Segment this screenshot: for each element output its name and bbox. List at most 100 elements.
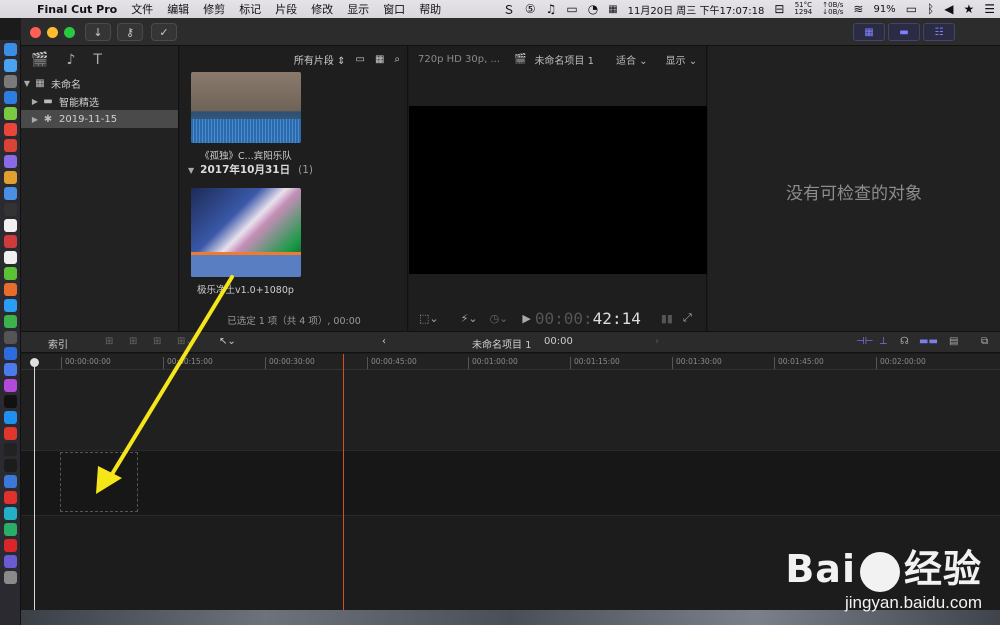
keywords-button[interactable]: ⚷ xyxy=(117,23,143,41)
clip-thumbnail[interactable] xyxy=(191,72,301,143)
snapping-icon[interactable]: ▬▬ xyxy=(919,336,938,347)
show-inspector-button[interactable]: ☷ xyxy=(923,23,955,41)
playhead-handle[interactable] xyxy=(30,358,39,367)
sogou-input-icon[interactable]: ⑤ xyxy=(520,2,541,16)
menu-mark[interactable]: 标记 xyxy=(232,1,268,17)
film-clapper-icon[interactable]: 🎬 xyxy=(31,52,48,68)
transform-icon[interactable]: ⬚⌄ xyxy=(419,312,439,325)
close-window-button[interactable] xyxy=(30,27,41,38)
clip-thumbnail[interactable] xyxy=(191,188,301,277)
select-tool-icon[interactable]: ↖⌄ xyxy=(219,336,236,347)
grid-icon[interactable]: ⊟ xyxy=(769,2,789,16)
import-button[interactable]: ↓ xyxy=(85,23,111,41)
trash-icon[interactable] xyxy=(4,571,17,584)
audio-skimming-icon[interactable]: ⊥ xyxy=(879,336,888,347)
network-readout[interactable]: ↑0B/s ↓0B/s xyxy=(817,2,848,16)
clip-filter-dropdown[interactable]: 所有片段 ⇕ xyxy=(294,52,346,67)
index-button[interactable]: 索引 xyxy=(48,336,68,351)
skimming-icon[interactable]: ⊣⊢ xyxy=(856,336,873,347)
app-menu[interactable]: Final Cut Pro xyxy=(30,3,124,16)
menu-edit[interactable]: 编辑 xyxy=(160,1,196,17)
disclosure-open-icon[interactable]: ▼ xyxy=(188,166,194,175)
app-icon[interactable] xyxy=(4,331,17,344)
playhead[interactable] xyxy=(34,359,35,610)
netease-music-icon[interactable] xyxy=(4,539,17,552)
app-icon[interactable] xyxy=(4,507,17,520)
clock-icon[interactable]: ◔ xyxy=(583,2,603,16)
app-icon[interactable] xyxy=(4,91,17,104)
clip-label[interactable]: 极乐净土v1.0+1080p xyxy=(197,282,294,296)
menu-help[interactable]: 帮助 xyxy=(412,1,448,17)
temp-fan-readout[interactable]: 51°C 1294 xyxy=(789,2,817,16)
app-icon[interactable] xyxy=(4,315,17,328)
app-icon[interactable] xyxy=(4,267,17,280)
wifi-icon[interactable]: ≋ xyxy=(848,2,868,16)
back-arrow-icon[interactable]: ‹ xyxy=(382,336,386,347)
app-icon[interactable] xyxy=(4,251,17,264)
app-icon[interactable] xyxy=(4,219,17,232)
notification-icon[interactable]: ☰ xyxy=(979,2,1000,16)
filmstrip-icon[interactable]: ▦ xyxy=(375,54,384,65)
clip-label[interactable]: 《孤独》C...宾阳乐队 xyxy=(200,148,292,162)
enhance-icon[interactable]: ⚡⌄ xyxy=(461,312,478,325)
music-icon[interactable]: ♫ xyxy=(541,2,562,16)
disclosure-open-icon[interactable]: ▼ xyxy=(21,79,33,88)
fit-dropdown[interactable]: 适合 ⌄ xyxy=(616,52,648,67)
show-timeline-button[interactable]: ▬ xyxy=(888,23,920,41)
yandex-icon[interactable] xyxy=(4,491,17,504)
appletv-icon[interactable] xyxy=(4,395,17,408)
display-icon[interactable]: ▭ xyxy=(561,2,582,16)
disclosure-closed-icon[interactable]: ▶ xyxy=(29,115,41,124)
appstore-icon[interactable] xyxy=(4,411,17,424)
vivaldi-icon[interactable] xyxy=(4,427,17,440)
forward-arrow-icon[interactable]: › xyxy=(655,336,659,347)
app-icon[interactable] xyxy=(4,379,17,392)
app-icon[interactable] xyxy=(4,299,17,312)
audio-meters-icon[interactable]: ▮▮ xyxy=(661,312,673,325)
menu-window[interactable]: 窗口 xyxy=(376,1,412,17)
app-icon[interactable] xyxy=(4,235,17,248)
titles-icon[interactable]: T xyxy=(93,52,102,68)
timecode-display[interactable]: 00:00:42:14 xyxy=(535,309,641,328)
insert-clip-icon[interactable]: ⊞ xyxy=(129,336,137,347)
app-icon[interactable] xyxy=(4,139,17,152)
menu-modify[interactable]: 修改 xyxy=(304,1,340,17)
play-button[interactable]: ▶ xyxy=(522,312,530,325)
menu-file[interactable]: 文件 xyxy=(124,1,160,17)
display-dropdown[interactable]: 显示 ⌄ xyxy=(666,52,698,67)
background-tasks-button[interactable]: ✓ xyxy=(151,23,177,41)
search-icon[interactable]: ⌕ xyxy=(394,54,400,65)
app-icon[interactable] xyxy=(4,155,17,168)
app-icon[interactable] xyxy=(4,347,17,360)
menu-view[interactable]: 显示 xyxy=(340,1,376,17)
zoom-window-button[interactable] xyxy=(64,27,75,38)
show-browser-button[interactable]: ▦ xyxy=(853,23,885,41)
primary-storyline[interactable] xyxy=(21,450,1000,516)
photos-music-icon[interactable]: ♪ xyxy=(66,52,75,68)
activity-icon[interactable] xyxy=(4,459,17,472)
timeline-ruler[interactable]: 00:00:00:00 00:00:15:00 00:00:30:00 00:0… xyxy=(21,354,1000,370)
datetime[interactable]: 11月20日 周三 下午17:07:18 xyxy=(623,2,770,17)
spotlight-star-icon[interactable]: ★ xyxy=(958,2,979,16)
chrome-icon[interactable] xyxy=(4,123,17,136)
android-icon[interactable] xyxy=(4,107,17,120)
sidebar-item-event[interactable]: ▶ ✱ 2019-11-15 xyxy=(21,110,178,128)
append-clip-icon[interactable]: ⊞ xyxy=(153,336,161,347)
menu-trim[interactable]: 修剪 xyxy=(196,1,232,17)
viewer-canvas[interactable] xyxy=(409,106,707,274)
menu-clip[interactable]: 片段 xyxy=(268,1,304,17)
app-icon[interactable] xyxy=(4,283,17,296)
retime-icon[interactable]: ◷⌄ xyxy=(490,312,509,325)
app-icon[interactable] xyxy=(4,363,17,376)
connect-clip-icon[interactable]: ⊞ xyxy=(105,336,113,347)
empty-storyline-placeholder[interactable] xyxy=(60,452,138,512)
battery-percent[interactable]: 91% xyxy=(868,4,900,15)
battery-icon[interactable]: ▭ xyxy=(901,2,922,16)
headphones-icon[interactable]: ☊ xyxy=(900,336,909,347)
app-icon[interactable] xyxy=(4,171,17,184)
app-icon[interactable] xyxy=(4,203,17,216)
finder-icon[interactable] xyxy=(4,43,17,56)
clip-appearance-icon[interactable]: ▤ xyxy=(949,336,958,347)
volume-icon[interactable]: ◀ xyxy=(939,2,958,16)
sidebar-item-smart-collections[interactable]: ▶ ▬ 智能精选 xyxy=(21,92,178,110)
